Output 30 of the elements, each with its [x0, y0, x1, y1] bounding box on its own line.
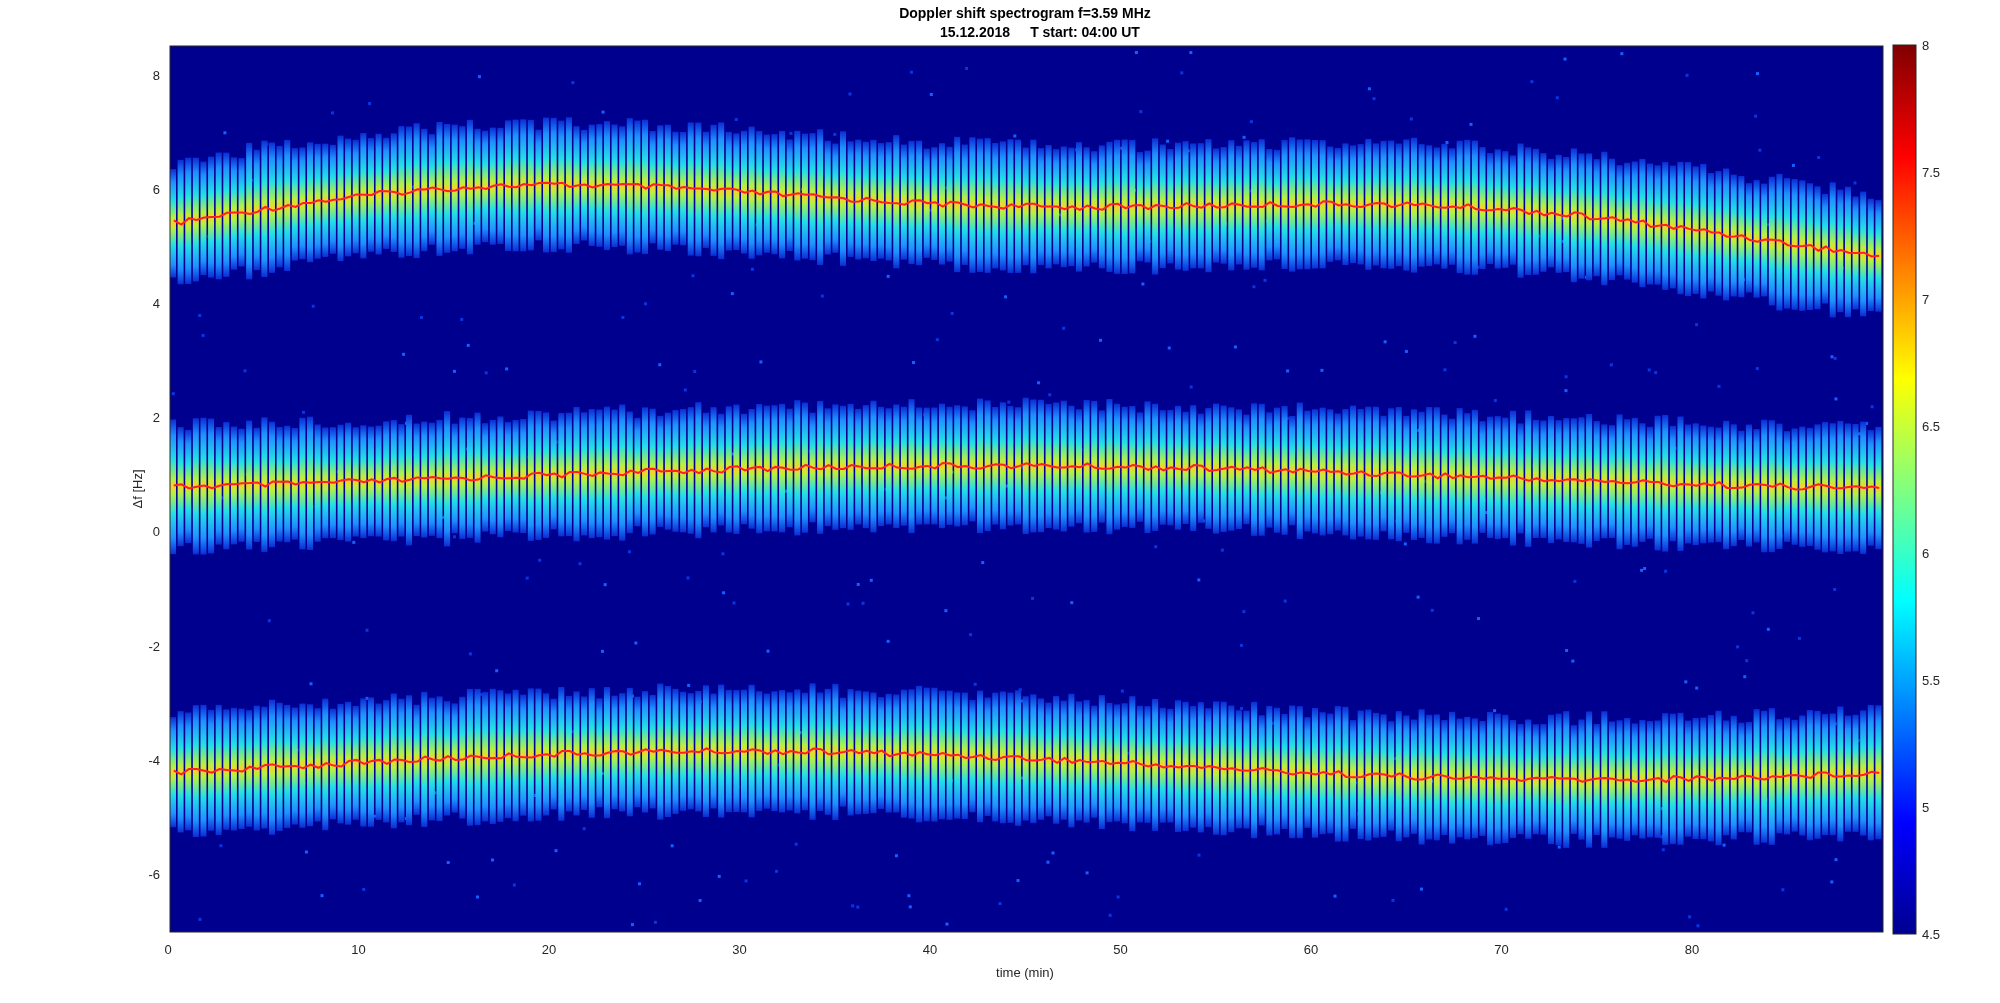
x-tick-label: 10 [351, 942, 366, 957]
x-tick-label: 0 [164, 942, 172, 957]
y-tick-label: 6 [152, 182, 160, 198]
chart-title: Doppler shift spectrogram f=3.59 MHz [899, 5, 1151, 21]
y-tick-label: 8 [152, 68, 160, 83]
colorbar-tick-label: 8 [1922, 38, 1930, 53]
colorbar-tick-label: 5.5 [1922, 673, 1941, 688]
x-tick-label: 70 [1494, 942, 1509, 957]
colorbar-tick-label: 6.5 [1922, 419, 1941, 434]
colorbar-tick-label: 6 [1922, 546, 1930, 561]
x-tick-label: 50 [1113, 942, 1128, 957]
x-tick-label: 30 [732, 942, 747, 957]
y-axis-label: Δf [Hz] [130, 469, 145, 509]
x-tick-label: 60 [1303, 942, 1319, 957]
x-axis-label: time (min) [996, 965, 1054, 980]
colorbar-tick-label: 4.5 [1922, 927, 1941, 942]
colorbar-tick-label: 7.5 [1922, 165, 1941, 180]
y-tick-label: 2 [152, 410, 160, 426]
y-tick-label: -2 [148, 638, 160, 654]
y-tick-label: 4 [152, 296, 160, 312]
y-tick-label: -6 [148, 866, 160, 882]
colorbar-tick-label: 7 [1922, 292, 1930, 307]
x-tick-label: 40 [922, 942, 938, 957]
x-tick-label: 20 [541, 942, 557, 957]
x-tick-label: 80 [1684, 942, 1700, 957]
y-tick-label: -4 [148, 752, 160, 768]
y-tick-label: 0 [152, 524, 160, 540]
chart-date: 15.12.2018 [939, 24, 1011, 40]
chart-subtitle: T start: 04:00 UT [1030, 24, 1140, 40]
colorbar-tick-label: 5 [1922, 800, 1930, 815]
